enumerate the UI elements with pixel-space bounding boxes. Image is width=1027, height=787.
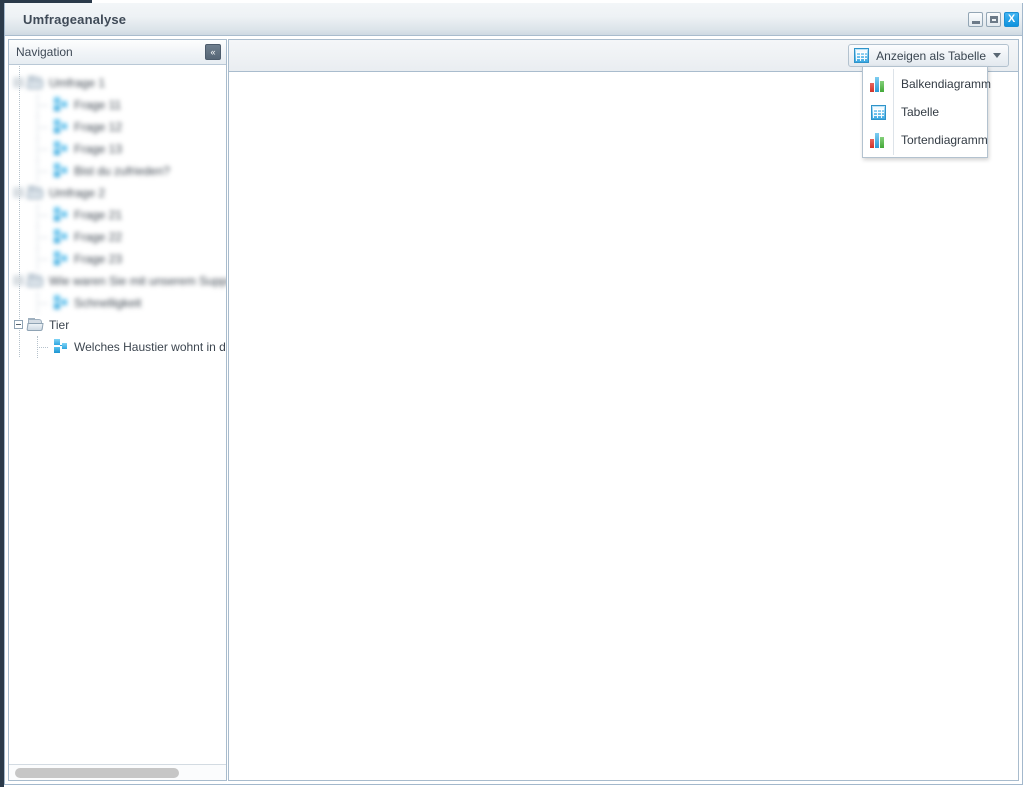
tree-guide xyxy=(37,160,51,182)
application-window: Umfrageanalyse X Navigation « Umfrage 1 F… xyxy=(4,3,1023,785)
tree-item-folder[interactable]: Umfrage 2 xyxy=(9,181,226,203)
close-icon: X xyxy=(1005,13,1018,26)
tree-item-question[interactable]: Frage 22 xyxy=(9,225,226,247)
table-icon xyxy=(854,48,869,63)
tree-item-folder[interactable]: Tier xyxy=(9,313,226,335)
menu-item-tabelle[interactable]: Tabelle xyxy=(863,98,987,126)
collapse-panel-button[interactable]: « xyxy=(205,44,221,60)
view-as-button[interactable]: Anzeigen als Tabelle xyxy=(848,44,1009,67)
question-node-icon xyxy=(53,339,68,354)
tree-item-folder[interactable]: Umfrage 1 xyxy=(9,71,226,93)
menu-item-label: Balkendiagramm xyxy=(893,77,991,91)
question-node-icon xyxy=(53,229,68,244)
maximize-button[interactable] xyxy=(986,12,1001,27)
tree-item-question[interactable]: Bist du zufrieden? xyxy=(9,159,226,181)
navigation-tree-scroll[interactable]: Umfrage 1 Frage 11 Frage 12 Frage 13 Bist du… xyxy=(9,66,226,763)
close-button[interactable]: X xyxy=(1004,12,1019,27)
menu-item-label: Tabelle xyxy=(893,105,939,119)
folder-icon xyxy=(27,318,44,332)
tree-item-question[interactable]: Schnelligkeit xyxy=(9,291,226,313)
view-as-dropdown-menu: Balkendiagramm Tabelle Tortendiagramm xyxy=(862,66,988,158)
tree-item-label: Tier xyxy=(49,318,69,332)
content-canvas xyxy=(229,72,1018,780)
minimize-icon xyxy=(969,13,982,26)
tree-item-question[interactable]: Welches Haustier wohnt in deinem xyxy=(9,335,226,357)
tree-item-question[interactable]: Frage 13 xyxy=(9,137,226,159)
tree-expander-collapse-icon[interactable] xyxy=(14,320,23,329)
question-node-icon xyxy=(53,163,68,178)
tree-item-folder[interactable]: Wie waren Sie mit unserem Support z xyxy=(9,269,226,291)
question-node-icon xyxy=(53,207,68,222)
menu-icon-cell xyxy=(863,133,893,148)
tree-item-question[interactable]: Frage 21 xyxy=(9,203,226,225)
minimize-button[interactable] xyxy=(968,12,983,27)
question-node-icon xyxy=(53,119,68,134)
navigation-header: Navigation « xyxy=(9,40,226,65)
tree-guide xyxy=(37,204,51,226)
folder-icon xyxy=(27,274,44,288)
tree-item-label: Bist du zufrieden? xyxy=(74,164,170,178)
navigation-panel: Navigation « Umfrage 1 Frage 11 Frage 12 Fr… xyxy=(8,39,227,781)
folder-icon xyxy=(27,76,44,90)
tree-item-label: Welches Haustier wohnt in deinem xyxy=(74,340,226,354)
menu-item-balkendiagramm[interactable]: Balkendiagramm xyxy=(863,70,987,98)
tree-item-question[interactable]: Frage 12 xyxy=(9,115,226,137)
tree-item-label: Frage 12 xyxy=(74,120,122,134)
maximize-icon xyxy=(987,13,1000,26)
tree-item-label: Frage 13 xyxy=(74,142,122,156)
chevron-down-icon xyxy=(993,53,1001,58)
navigation-tree: Umfrage 1 Frage 11 Frage 12 Frage 13 Bist du… xyxy=(9,66,226,357)
navigation-title: Navigation xyxy=(16,45,73,59)
menu-item-tortendiagramm[interactable]: Tortendiagramm xyxy=(863,126,987,154)
tree-guide xyxy=(37,138,51,160)
table-icon xyxy=(871,105,886,120)
scrollbar-thumb[interactable] xyxy=(15,768,179,778)
tree-guide xyxy=(37,94,51,116)
tree-item-label: Frage 21 xyxy=(74,208,122,222)
question-node-icon xyxy=(53,251,68,266)
tree-item-label: Schnelligkeit xyxy=(74,296,141,310)
tree-item-label: Wie waren Sie mit unserem Support z xyxy=(49,274,226,288)
tree-guide xyxy=(37,292,51,314)
tree-guide xyxy=(37,116,51,138)
window-body: Navigation « Umfrage 1 Frage 11 Frage 12 Fr… xyxy=(5,36,1022,784)
tree-item-question[interactable]: Frage 23 xyxy=(9,247,226,269)
question-node-icon xyxy=(53,141,68,156)
bar-chart-icon xyxy=(870,133,886,148)
tree-guide xyxy=(37,248,51,270)
menu-icon-cell xyxy=(863,77,893,92)
tree-item-label: Umfrage 1 xyxy=(49,76,105,90)
title-bar: Umfrageanalyse X xyxy=(5,3,1022,36)
bar-chart-icon xyxy=(870,77,886,92)
tree-expander-collapse-icon[interactable] xyxy=(14,78,23,87)
folder-icon xyxy=(27,186,44,200)
menu-icon-cell xyxy=(863,105,893,120)
question-node-icon xyxy=(53,97,68,112)
tree-expander-collapse-icon[interactable] xyxy=(14,188,23,197)
view-as-label: Anzeigen als Tabelle xyxy=(876,49,986,63)
tree-item-question[interactable]: Frage 11 xyxy=(9,93,226,115)
tree-item-label: Umfrage 2 xyxy=(49,186,105,200)
navigation-horizontal-scrollbar[interactable] xyxy=(9,764,226,780)
tree-item-label: Frage 11 xyxy=(74,98,121,112)
tree-item-label: Frage 22 xyxy=(74,230,122,244)
tree-guide xyxy=(37,226,51,248)
tree-guide xyxy=(37,336,51,358)
question-node-icon xyxy=(53,295,68,310)
tree-expander-collapse-icon[interactable] xyxy=(14,276,23,285)
tree-item-label: Frage 23 xyxy=(74,252,122,266)
window-title: Umfrageanalyse xyxy=(23,12,126,27)
menu-item-label: Tortendiagramm xyxy=(893,133,988,147)
